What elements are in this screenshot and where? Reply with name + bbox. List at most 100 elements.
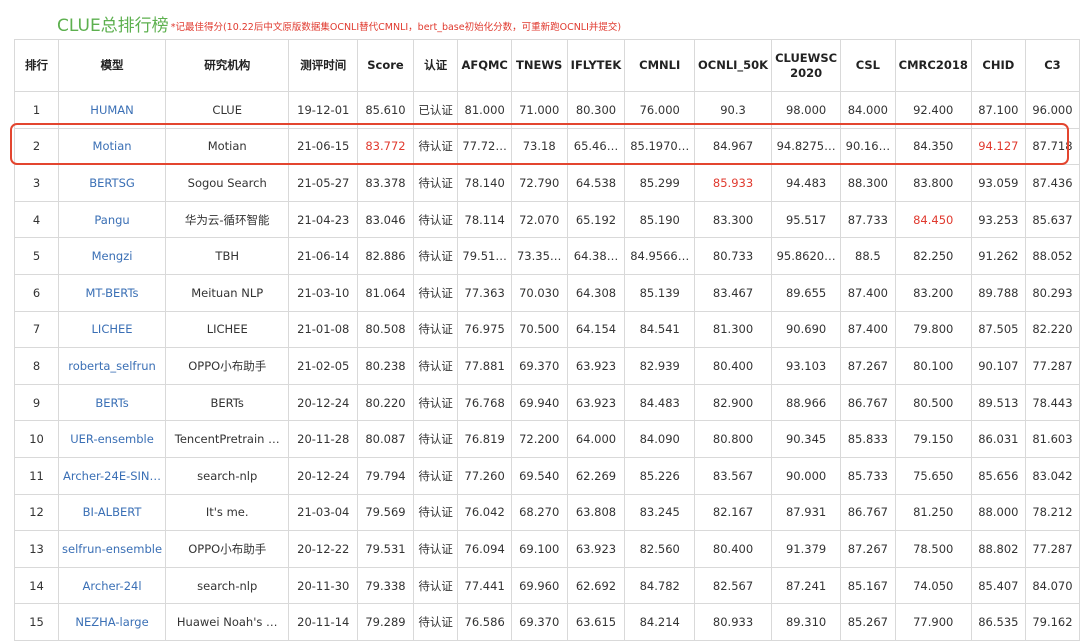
table-cell: 84.483 <box>624 383 695 422</box>
table-cell: 82.567 <box>693 566 773 605</box>
table-cell: 84.350 <box>894 127 972 166</box>
table-row[interactable]: 14 Archer-24l search-nlp 20-11-30 79.338 待认证 7… <box>13 566 1080 605</box>
table-cell: 69.370 <box>510 603 568 641</box>
table-cell: 93.103 <box>771 347 842 385</box>
table-cell: 21-04-23 <box>288 200 359 239</box>
table-cell: 84.070 <box>1024 566 1080 605</box>
model-link[interactable]: Archer-24E-SIN… <box>58 456 167 495</box>
table-cell: 76.586 <box>457 603 512 641</box>
table-row[interactable]: 9 BERTs BERTs 20-12-24 80.220 待认证 76.768 69.940… <box>13 383 1080 422</box>
table-cell: 待认证 <box>412 347 459 385</box>
table-cell: BERTs <box>165 383 290 422</box>
table-row[interactable]: 5 Mengzi TBH 21-06-14 82.886 待认证 79.51… 73.35… 6… <box>13 237 1080 275</box>
table-row[interactable]: 6 MT-BERTs Meituan NLP 21-03-10 81.064 待认证 77.… <box>13 273 1080 312</box>
table-cell: 93.059 <box>970 164 1026 202</box>
table-cell: 94.127 <box>970 127 1026 166</box>
table-cell: It's me. <box>165 493 290 532</box>
table-cell: 21-03-10 <box>288 273 359 312</box>
table-cell: 79.162 <box>1024 603 1080 641</box>
table-cell: 21-06-15 <box>288 127 359 166</box>
table-row[interactable]: 7 LICHEE LICHEE 21-01-08 80.508 待认证 76.975 70.5… <box>13 310 1080 349</box>
table-cell: 84.450 <box>894 200 972 239</box>
table-cell: 94.8275… <box>771 127 842 166</box>
model-link[interactable]: BERTs <box>58 383 167 422</box>
table-cell: 89.655 <box>771 273 842 312</box>
table-cell: 已认证 <box>412 91 459 129</box>
table-cell: 20-12-24 <box>288 383 359 422</box>
table-cell: 71.000 <box>510 91 568 129</box>
table-cell: 待认证 <box>412 456 459 495</box>
table-cell: 72.070 <box>510 200 568 239</box>
table-cell: search-nlp <box>165 566 290 605</box>
model-link[interactable]: roberta_selfrun <box>58 347 167 385</box>
table-row[interactable]: 4 Pangu 华为云-循环智能 21-04-23 83.046 待认证 78.114 72.… <box>13 200 1080 239</box>
table-cell: 78.140 <box>457 164 512 202</box>
table-cell: 80.400 <box>693 530 773 568</box>
model-link[interactable]: MT-BERTs <box>58 273 167 312</box>
table-cell: 74.050 <box>894 566 972 605</box>
table-row[interactable]: 15 NEZHA-large Huawei Noah's … 20-11-14 79.2… <box>13 603 1080 641</box>
table-cell: 85.226 <box>624 456 695 495</box>
column-header: OCNLI_50K <box>693 39 773 92</box>
table-row[interactable]: 1 HUMAN CLUE 19-12-01 85.610 已认证 81.000 71.000 8… <box>13 91 1080 129</box>
table-cell: 85.167 <box>840 566 896 605</box>
table-cell: 待认证 <box>412 420 459 458</box>
model-link[interactable]: HUMAN <box>58 91 167 129</box>
table-cell: 88.966 <box>771 383 842 422</box>
table-cell: 87.241 <box>771 566 842 605</box>
table-cell: 92.400 <box>894 91 972 129</box>
model-link[interactable]: Motian <box>58 127 167 166</box>
table-cell: 65.46… <box>566 127 626 166</box>
table-cell: 待认证 <box>412 273 459 312</box>
table-cell: 80.293 <box>1024 273 1080 312</box>
table-cell: 90.345 <box>771 420 842 458</box>
table-cell: 89.310 <box>771 603 842 641</box>
table-cell: 84.000 <box>840 91 896 129</box>
model-link[interactable]: Mengzi <box>58 237 167 275</box>
table-row[interactable]: 8 roberta_selfrun OPPO小布助手 21-02-05 80.238 待认… <box>13 347 1080 385</box>
model-link[interactable]: UER-ensemble <box>58 420 167 458</box>
table-cell: 84.214 <box>624 603 695 641</box>
table-cell: 69.940 <box>510 383 568 422</box>
table-cell: 86.767 <box>840 493 896 532</box>
model-link[interactable]: BERTSG <box>58 164 167 202</box>
table-cell: 89.788 <box>970 273 1026 312</box>
table-cell: 87.505 <box>970 310 1026 349</box>
table-cell: 80.100 <box>894 347 972 385</box>
table-cell: 83.300 <box>693 200 773 239</box>
table-row[interactable]: 3 BERTSG Sogou Search 21-05-27 83.378 待认证 78.1… <box>13 164 1080 202</box>
column-header: Score <box>357 39 414 92</box>
table-row[interactable]: 12 BI-ALBERT It's me. 21-03-04 79.569 待认证 76.0… <box>13 493 1080 532</box>
table-cell: 85.267 <box>840 603 896 641</box>
table-cell: 63.808 <box>566 493 626 532</box>
table-cell: 88.000 <box>970 493 1026 532</box>
table-cell: 85.637 <box>1024 200 1080 239</box>
table-cell: 76.975 <box>457 310 512 349</box>
table-row[interactable]: 11 Archer-24E-SIN… search-nlp 20-12-24 79.79… <box>13 456 1080 495</box>
leaderboard-table: 排行 模型 研究机构 测评时间 Score 认证 AFQMC TNEWS IFLYTEK CMNL… <box>13 39 1080 641</box>
table-row[interactable]: 10 UER-ensemble TencentPretrain … 20-11-28 8… <box>13 420 1080 458</box>
table-cell: 78.443 <box>1024 383 1080 422</box>
model-link[interactable]: Pangu <box>58 200 167 239</box>
model-link[interactable]: LICHEE <box>58 310 167 349</box>
table-cell: 84.541 <box>624 310 695 349</box>
table-cell: 待认证 <box>412 164 459 202</box>
table-row[interactable]: 13 selfrun-ensemble OPPO小布助手 20-12-22 79.531… <box>13 530 1080 568</box>
table-cell: 87.267 <box>840 347 896 385</box>
table-cell: 82.560 <box>624 530 695 568</box>
table-cell: 21-02-05 <box>288 347 359 385</box>
table-row[interactable]: 2 Motian Motian 21-06-15 83.772 待认证 77.72… 73.1… <box>13 127 1080 166</box>
table-cell: 77.287 <box>1024 530 1080 568</box>
table-cell: 94.483 <box>771 164 842 202</box>
model-link[interactable]: Archer-24l <box>58 566 167 605</box>
table-cell: 64.38… <box>566 237 626 275</box>
model-link[interactable]: selfrun-ensemble <box>58 530 167 568</box>
table-cell: 83.567 <box>693 456 773 495</box>
model-link[interactable]: NEZHA-large <box>58 603 167 641</box>
model-link[interactable]: BI-ALBERT <box>58 493 167 532</box>
table-cell: 79.150 <box>894 420 972 458</box>
table-cell: 待认证 <box>412 493 459 532</box>
table-cell: 76.000 <box>624 91 695 129</box>
table-cell: 4 <box>13 200 60 239</box>
table-cell: 85.1970… <box>624 127 695 166</box>
